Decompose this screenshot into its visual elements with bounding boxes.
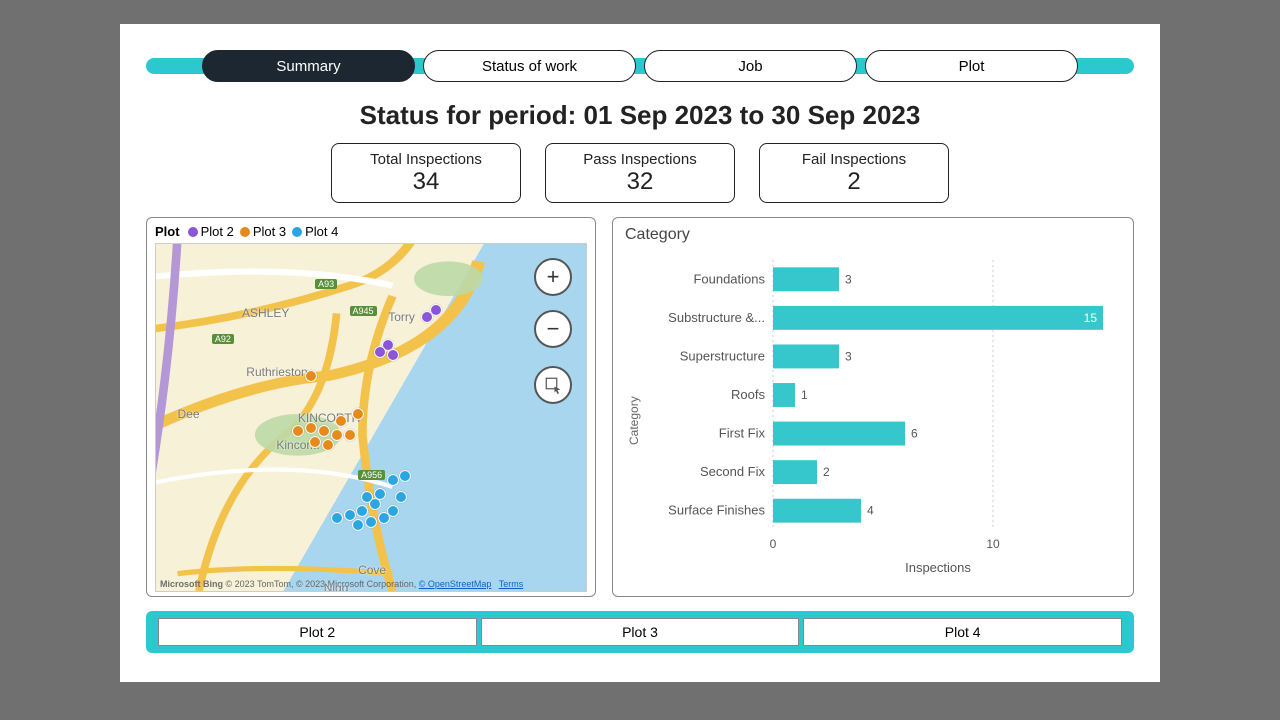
map-marker[interactable] xyxy=(395,491,407,503)
svg-text:2: 2 xyxy=(823,465,830,479)
legend-title: Plot xyxy=(155,224,180,239)
legend-label: Plot 3 xyxy=(253,224,286,239)
map-marker[interactable] xyxy=(387,474,399,486)
map-marker[interactable] xyxy=(365,516,377,528)
kpi-label: Pass Inspections xyxy=(583,151,696,168)
kpi-value: 34 xyxy=(413,168,440,196)
map-marker[interactable] xyxy=(344,509,356,521)
svg-text:Second Fix: Second Fix xyxy=(700,464,766,479)
svg-text:First Fix: First Fix xyxy=(719,426,766,441)
map-place-label: Dee xyxy=(178,407,200,421)
map[interactable]: + − Microsoft Bing © 2023 TomTom, © 2023… xyxy=(155,243,587,592)
svg-text:0: 0 xyxy=(770,537,777,551)
road-shield-label: A93 xyxy=(315,279,337,289)
map-place-label: ASHLEY xyxy=(242,306,289,320)
map-marker[interactable] xyxy=(309,436,321,448)
road-shield-label: A945 xyxy=(350,306,377,316)
map-panel: Plot Plot 2 Plot 3 Plot 4 + − xyxy=(146,217,596,597)
road-shield-label: A956 xyxy=(358,470,385,480)
kpi-row: Total Inspections34 Pass Inspections32 Fai… xyxy=(146,143,1134,203)
legend-label: Plot 2 xyxy=(201,224,234,239)
map-marker[interactable] xyxy=(344,429,356,441)
legend-dot-icon xyxy=(240,227,250,237)
map-place-label: Torry xyxy=(388,310,415,324)
terms-link[interactable]: Terms xyxy=(499,579,524,589)
legend-item[interactable]: Plot 3 xyxy=(240,224,286,239)
map-place-label: Cove xyxy=(358,563,386,577)
top-tabbar: SummaryStatus of workJobPlot xyxy=(146,48,1134,84)
map-marker[interactable] xyxy=(374,346,386,358)
report-canvas: SummaryStatus of workJobPlot Status for … xyxy=(120,24,1160,682)
category-chart-panel: Category Category 0 10 Foundations 3 Substru… xyxy=(612,217,1134,597)
legend-dot-icon xyxy=(292,227,302,237)
cursor-select-icon xyxy=(544,376,562,394)
svg-text:Inspections: Inspections xyxy=(905,560,971,575)
map-attribution: Microsoft Bing © 2023 TomTom, © 2023 Mic… xyxy=(160,579,582,589)
map-marker[interactable] xyxy=(322,439,334,451)
legend-dot-icon xyxy=(188,227,198,237)
kpi-label: Total Inspections xyxy=(370,151,482,168)
svg-text:15: 15 xyxy=(1084,311,1098,325)
category-bar-chart: 0 10 Foundations 3 Substructure &... 15 Supers… xyxy=(643,250,1123,580)
kpi-card: Pass Inspections32 xyxy=(545,143,735,203)
svg-text:Foundations: Foundations xyxy=(693,271,765,286)
map-marker[interactable] xyxy=(331,512,343,524)
map-marker[interactable] xyxy=(318,425,330,437)
map-marker[interactable] xyxy=(292,425,304,437)
bing-logo-text: Microsoft Bing xyxy=(160,579,223,589)
zoom-in-button[interactable]: + xyxy=(534,258,572,296)
map-marker[interactable] xyxy=(352,519,364,531)
svg-text:3: 3 xyxy=(845,349,852,363)
tab-plot[interactable]: Plot xyxy=(865,50,1078,82)
chart-title: Category xyxy=(625,226,1125,244)
chart-yaxis-label: Category xyxy=(625,250,643,592)
tab-summary[interactable]: Summary xyxy=(202,50,415,82)
tab-status-of-work[interactable]: Status of work xyxy=(423,50,636,82)
osm-link[interactable]: © OpenStreetMap xyxy=(419,579,492,589)
map-marker[interactable] xyxy=(387,349,399,361)
map-place-label: Ruthrieston xyxy=(246,365,307,379)
map-marker[interactable] xyxy=(361,491,373,503)
map-marker[interactable] xyxy=(335,415,347,427)
kpi-label: Fail Inspections xyxy=(802,151,906,168)
middle-row: Plot Plot 2 Plot 3 Plot 4 + − xyxy=(146,217,1134,597)
map-marker[interactable] xyxy=(374,488,386,500)
svg-text:Substructure &...: Substructure &... xyxy=(668,310,765,325)
kpi-value: 2 xyxy=(847,168,860,196)
map-marker[interactable] xyxy=(305,422,317,434)
plot-filter-button[interactable]: Plot 3 xyxy=(481,618,800,646)
kpi-card: Total Inspections34 xyxy=(331,143,521,203)
map-marker[interactable] xyxy=(387,505,399,517)
svg-text:Surface Finishes: Surface Finishes xyxy=(668,503,765,518)
map-marker[interactable] xyxy=(331,429,343,441)
svg-text:1: 1 xyxy=(801,388,808,402)
kpi-value: 32 xyxy=(627,168,654,196)
svg-text:6: 6 xyxy=(911,427,918,441)
legend-label: Plot 4 xyxy=(305,224,338,239)
road-shield-label: A92 xyxy=(212,334,234,344)
map-place-label: Nigg xyxy=(324,581,349,592)
page-title: Status for period: 01 Sep 2023 to 30 Sep… xyxy=(146,100,1134,131)
tab-job[interactable]: Job xyxy=(644,50,857,82)
kpi-card: Fail Inspections2 xyxy=(759,143,949,203)
map-roads xyxy=(156,244,586,591)
svg-text:Roofs: Roofs xyxy=(731,387,765,402)
legend-item[interactable]: Plot 4 xyxy=(292,224,338,239)
map-legend: Plot Plot 2 Plot 3 Plot 4 xyxy=(155,224,587,239)
map-marker[interactable] xyxy=(356,505,368,517)
plot-filter-button[interactable]: Plot 4 xyxy=(803,618,1122,646)
map-marker[interactable] xyxy=(305,370,317,382)
legend-item[interactable]: Plot 2 xyxy=(188,224,234,239)
svg-text:4: 4 xyxy=(867,504,874,518)
svg-text:10: 10 xyxy=(986,537,1000,551)
map-marker[interactable] xyxy=(399,470,411,482)
map-select-button[interactable] xyxy=(534,366,572,404)
map-marker[interactable] xyxy=(352,408,364,420)
zoom-out-button[interactable]: − xyxy=(534,310,572,348)
map-marker[interactable] xyxy=(430,304,442,316)
bottom-plot-bar: Plot 2Plot 3Plot 4 xyxy=(146,611,1134,653)
svg-text:3: 3 xyxy=(845,272,852,286)
svg-text:Superstructure: Superstructure xyxy=(680,348,765,363)
plot-filter-button[interactable]: Plot 2 xyxy=(158,618,477,646)
